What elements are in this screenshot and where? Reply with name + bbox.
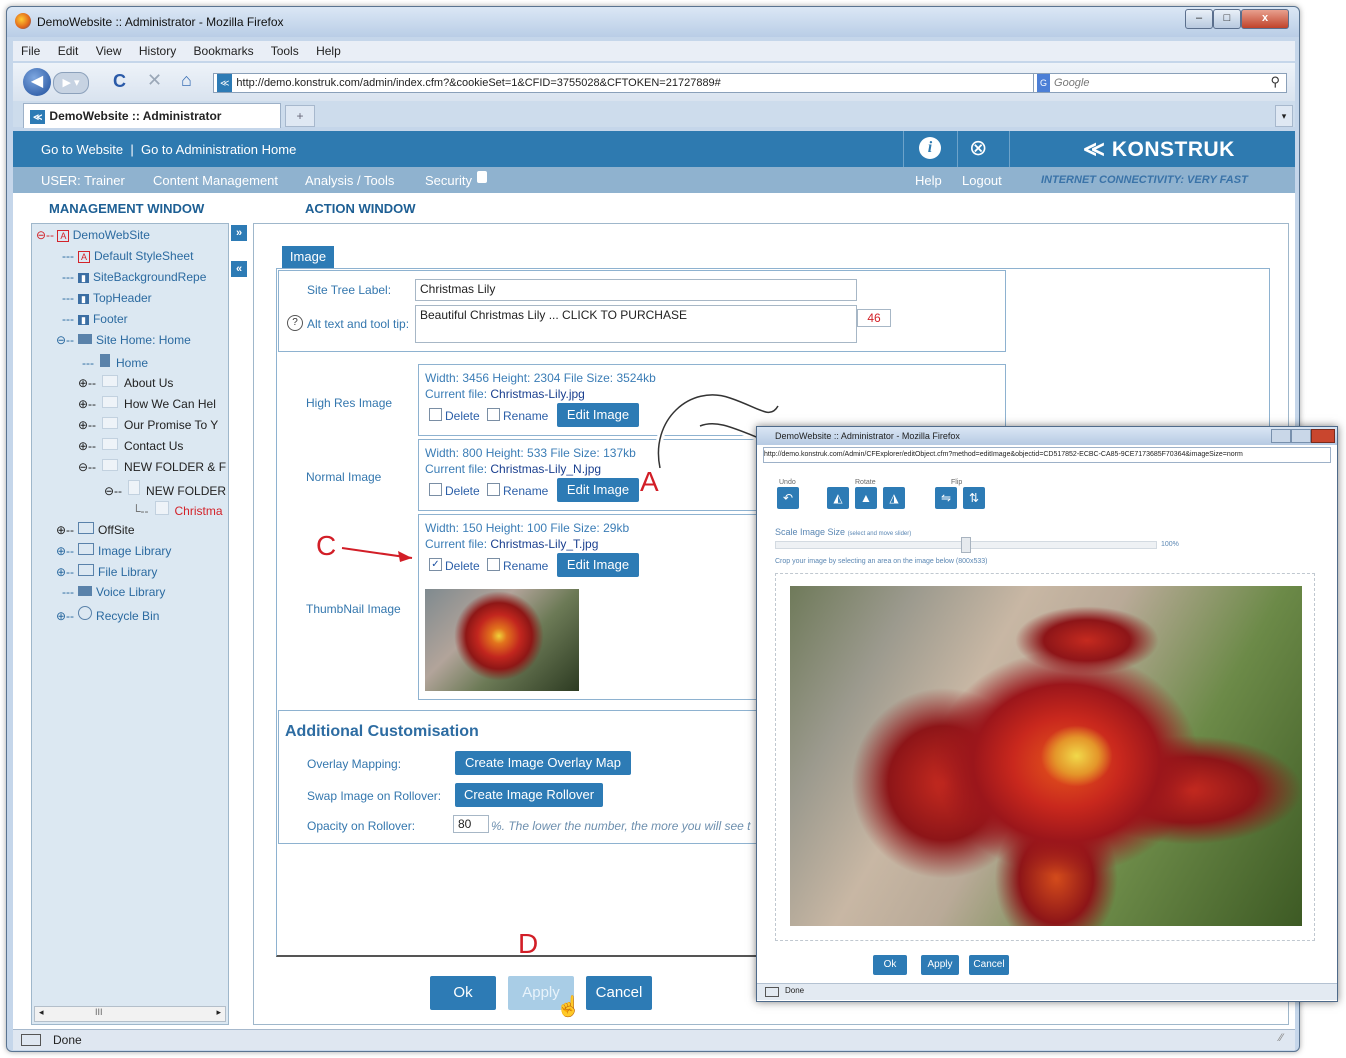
popup-title: DemoWebsite :: Administrator - Mozilla F…	[775, 431, 960, 441]
flip-vertical-icon[interactable]: ⇅	[963, 487, 985, 509]
annotation-d: D	[518, 928, 539, 959]
popup-address-bar[interactable]: http://demo.konstruk.com/Admin/CFExplore…	[763, 447, 1331, 463]
image-editor-popup: DemoWebsite :: Administrator - Mozilla F…	[756, 426, 1338, 1002]
rotate-180-icon[interactable]: ▲	[855, 487, 877, 509]
popup-status-text: Done	[785, 986, 805, 995]
popup-minimize-button[interactable]	[1271, 429, 1291, 443]
arrow-c-head	[398, 551, 412, 562]
annotation-c: C	[316, 530, 337, 561]
scale-label: Scale Image Size (select and move slider…	[775, 527, 912, 537]
undo-icon[interactable]: ↶	[777, 487, 799, 509]
popup-close-button[interactable]	[1311, 429, 1335, 443]
annotation-a: A	[640, 466, 659, 497]
flip-horizontal-icon[interactable]: ⇋	[935, 487, 957, 509]
rotate-right-icon[interactable]: ◮	[883, 487, 905, 509]
popup-cancel-button[interactable]: Cancel	[969, 955, 1009, 975]
popup-status-icon	[765, 987, 779, 997]
popup-apply-button[interactable]: Apply	[921, 955, 959, 975]
rotate-label: Rotate	[855, 479, 876, 486]
scale-value: 100%	[1161, 541, 1179, 548]
popup-title-bar: DemoWebsite :: Administrator - Mozilla F…	[757, 427, 1337, 445]
popup-maximize-button[interactable]	[1291, 429, 1311, 443]
crop-hint: Crop your image by selecting an area on …	[775, 558, 988, 565]
flip-label: Flip	[951, 479, 963, 486]
popup-ok-button[interactable]: Ok	[873, 955, 907, 975]
rotate-left-icon[interactable]: ◭	[827, 487, 849, 509]
lily-image[interactable]	[790, 586, 1302, 926]
undo-label: Undo	[779, 479, 796, 486]
crop-area[interactable]	[775, 573, 1315, 941]
scale-slider-thumb[interactable]	[961, 537, 971, 553]
popup-status-bar: Done	[757, 983, 1337, 1000]
